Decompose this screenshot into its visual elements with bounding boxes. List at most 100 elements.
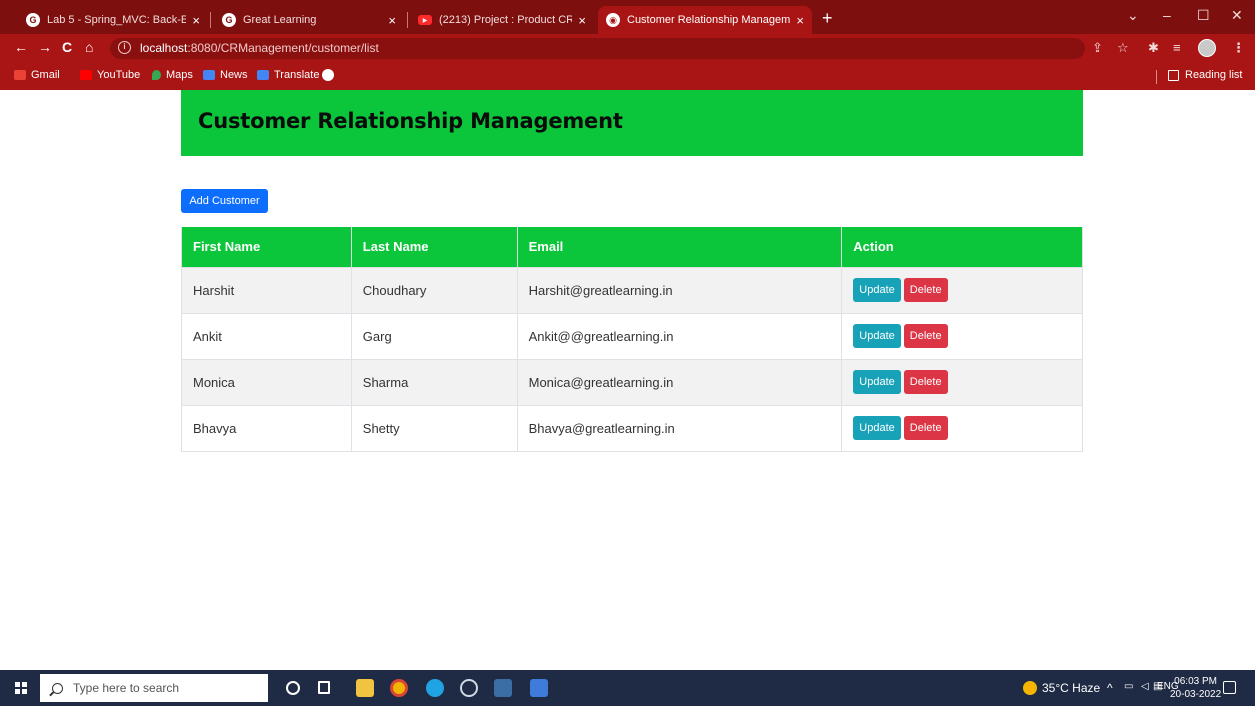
tray-chevron-icon[interactable]: ^ [1107, 681, 1113, 695]
reload-button[interactable]: C [62, 39, 72, 55]
cortana-icon[interactable] [286, 681, 300, 695]
clock-date: 20-03-2022 [1170, 689, 1222, 700]
customer-table: First Name Last Name Email Action Harshi… [181, 227, 1083, 452]
translate-icon [257, 70, 269, 80]
minimize-button[interactable]: – [1163, 7, 1171, 23]
delete-button[interactable]: Delete [903, 324, 948, 348]
page-header: Customer Relationship Management [181, 90, 1083, 156]
notification-icon[interactable] [1223, 681, 1236, 694]
cell-email: Bhavya@greatlearning.in [516, 404, 842, 452]
bookmark-globe[interactable] [322, 69, 339, 81]
tab-title: Customer Relationship Managem [627, 14, 791, 26]
forward-button[interactable]: → [38, 39, 52, 55]
close-icon[interactable]: × [192, 13, 200, 28]
clock-time: 06:03 PM [1174, 676, 1217, 687]
close-icon[interactable]: × [388, 13, 396, 28]
cell-last-name: Garg [350, 312, 518, 359]
tab-title: Lab 5 - Spring_MVC: Back-End De [47, 14, 187, 26]
file-explorer-icon[interactable] [356, 679, 374, 697]
tab-lab5[interactable]: G Lab 5 - Spring_MVC: Back-End De × [18, 6, 208, 34]
close-icon[interactable]: × [578, 13, 586, 28]
column-header-email: Email [516, 227, 842, 267]
windows-start-icon[interactable] [15, 682, 27, 694]
tab-divider [407, 12, 408, 28]
taskbar-clock[interactable]: 06:03 PM 20-03-2022 [1170, 675, 1221, 701]
back-button[interactable]: ← [14, 39, 28, 55]
bookmarks-bar: Gmail YouTube Maps News Translate Readin… [0, 62, 1255, 90]
reading-list-icon [1168, 69, 1179, 81]
g-icon: G [222, 13, 236, 27]
tab-crm[interactable]: ◉ Customer Relationship Managem × [598, 6, 812, 34]
delete-button[interactable]: Delete [903, 278, 948, 302]
url-path: :8080/CRManagement/customer/list [187, 41, 379, 55]
volume-icon[interactable]: ◁ [1141, 681, 1149, 692]
network-icon[interactable]: ▭ [1124, 681, 1133, 692]
new-tab-button[interactable]: + [822, 9, 833, 27]
cell-first-name: Monica [181, 358, 352, 405]
task-view-icon[interactable] [318, 681, 330, 694]
update-button[interactable]: Update [853, 324, 901, 348]
g-icon: G [26, 13, 40, 27]
info-icon[interactable]: i [118, 41, 131, 54]
update-button[interactable]: Update [853, 416, 901, 440]
notepad-icon[interactable] [530, 679, 548, 697]
cell-email: Ankit@@greatlearning.in [516, 312, 842, 359]
url-host: localhost [140, 41, 188, 55]
tab-great-learning[interactable]: G Great Learning × [214, 6, 404, 34]
table-row: Harshit Choudhary Harshit@greatlearning.… [181, 266, 1083, 313]
column-header-action: Action [841, 227, 1083, 267]
close-window-button[interactable]: ✕ [1231, 7, 1243, 24]
search-icon [52, 682, 63, 694]
edge-icon[interactable] [426, 679, 444, 697]
home-button[interactable]: ⌂ [85, 39, 93, 55]
cell-first-name: Harshit [181, 266, 352, 313]
globe-icon: ◉ [606, 13, 620, 27]
settings-icon[interactable] [460, 679, 478, 697]
bookmarks-divider [1156, 70, 1157, 84]
profile-avatar[interactable] [1198, 39, 1216, 57]
cell-email: Harshit@greatlearning.in [516, 266, 842, 313]
bookmark-gmail[interactable]: Gmail [14, 69, 60, 81]
cell-last-name: Choudhary [350, 266, 518, 313]
tab-youtube-project[interactable]: ▶ (2213) Project : Product CRUD Ap × [410, 6, 594, 34]
share-icon[interactable]: ⇪ [1092, 40, 1103, 56]
bookmark-translate[interactable]: Translate [257, 69, 319, 81]
update-button[interactable]: Update [853, 278, 901, 302]
chrome-icon[interactable] [390, 679, 408, 697]
gmail-icon [14, 70, 26, 80]
address-bar[interactable]: i localhost:8080/CRManagement/customer/l… [110, 38, 1085, 59]
youtube-icon: ▶ [418, 15, 432, 25]
bookmark-label: News [220, 69, 248, 81]
bookmark-label: Translate [274, 69, 320, 81]
app-icon[interactable] [494, 679, 512, 697]
news-icon [203, 70, 215, 80]
cell-first-name: Ankit [181, 312, 352, 359]
globe-icon [322, 69, 334, 81]
close-icon[interactable]: × [796, 13, 804, 28]
weather-icon[interactable] [1023, 681, 1037, 695]
table-header-row: First Name Last Name Email Action [181, 227, 1083, 267]
delete-button[interactable]: Delete [903, 416, 948, 440]
page-title: Customer Relationship Management [198, 109, 623, 133]
search-placeholder: Type here to search [73, 681, 180, 695]
extensions-icon[interactable]: ✱ [1148, 40, 1159, 56]
bookmark-maps[interactable]: Maps [152, 69, 193, 81]
delete-button[interactable]: Delete [903, 370, 948, 394]
tab-strip: G Lab 5 - Spring_MVC: Back-End De × G Gr… [0, 0, 1255, 34]
reading-mode-icon[interactable]: ≡ [1173, 40, 1181, 55]
taskbar-search-input[interactable]: Type here to search [40, 674, 268, 702]
column-header-first-name: First Name [181, 227, 352, 267]
add-customer-button[interactable]: Add Customer [181, 189, 268, 213]
maximize-button[interactable]: ☐ [1197, 7, 1210, 24]
tab-search-icon[interactable]: ⌄ [1127, 7, 1139, 24]
menu-icon[interactable]: ⋮ [1232, 40, 1245, 56]
bookmark-youtube[interactable]: YouTube [80, 69, 140, 81]
tab-title: Great Learning [243, 14, 317, 26]
cell-action: Update Delete [841, 358, 1083, 405]
update-button[interactable]: Update [853, 370, 901, 394]
reading-list-button[interactable]: Reading list [1168, 69, 1242, 81]
weather-text[interactable]: 35°C Haze [1042, 681, 1100, 695]
url-text[interactable]: localhost:8080/CRManagement/customer/lis… [140, 41, 379, 55]
star-icon[interactable]: ☆ [1117, 40, 1129, 56]
bookmark-news[interactable]: News [203, 69, 248, 81]
